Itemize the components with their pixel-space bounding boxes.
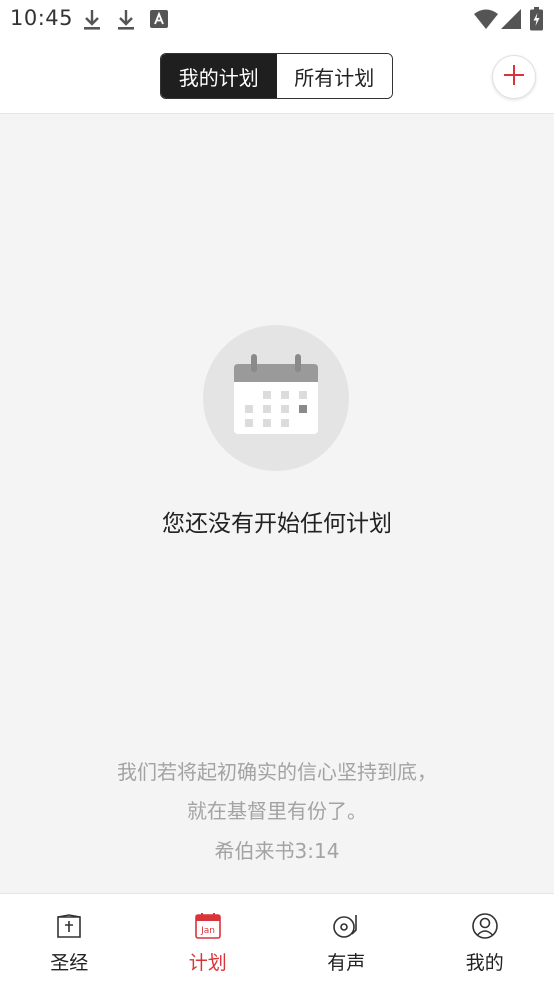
wifi-icon: [474, 9, 498, 33]
nav-label-bible: 圣经: [50, 952, 89, 974]
plus-icon: [502, 63, 526, 91]
profile-icon: [471, 912, 499, 940]
verse-line-1: 我们若将起初确实的信心坚持到底，: [117, 760, 437, 784]
nav-label-audio: 有声: [327, 952, 366, 974]
bible-icon: [55, 912, 83, 940]
plan-tab-switcher: 我的计划 所有计划: [160, 53, 393, 99]
add-plan-button[interactable]: [492, 55, 536, 99]
font-a-icon: [150, 10, 168, 32]
status-time: 10:45: [10, 6, 74, 30]
verse-reference: 希伯来书3:14: [214, 839, 340, 863]
tab-all-plans[interactable]: 所有计划: [276, 54, 392, 98]
calendar-jan-text: Jan: [200, 926, 215, 936]
empty-state-illustration: [203, 325, 349, 471]
calendar-icon: [232, 352, 320, 440]
status-bar: 10:45: [0, 0, 554, 40]
nav-item-bible[interactable]: 圣经: [0, 894, 139, 984]
download-icon: [82, 8, 102, 36]
nav-label-plans: 计划: [188, 952, 227, 974]
battery-charging-icon: [530, 7, 543, 35]
nav-item-me[interactable]: 我的: [416, 894, 554, 984]
verse-line-2: 就在基督里有份了。: [187, 799, 367, 823]
tab-my-plans[interactable]: 我的计划: [161, 54, 277, 98]
empty-state-message: 您还没有开始任何计划: [162, 511, 392, 537]
calendar-jan-icon: Jan: [194, 912, 222, 940]
bottom-nav: 圣经 Jan 计划 有声 我的: [0, 893, 554, 984]
download-icon: [116, 8, 136, 36]
header: 我的计划 所有计划: [0, 40, 554, 114]
nav-item-audio[interactable]: 有声: [277, 894, 416, 984]
signal-icon: [501, 9, 521, 33]
nav-label-me: 我的: [465, 952, 504, 974]
record-player-icon: [332, 912, 360, 940]
nav-item-plans[interactable]: Jan 计划: [139, 894, 278, 984]
